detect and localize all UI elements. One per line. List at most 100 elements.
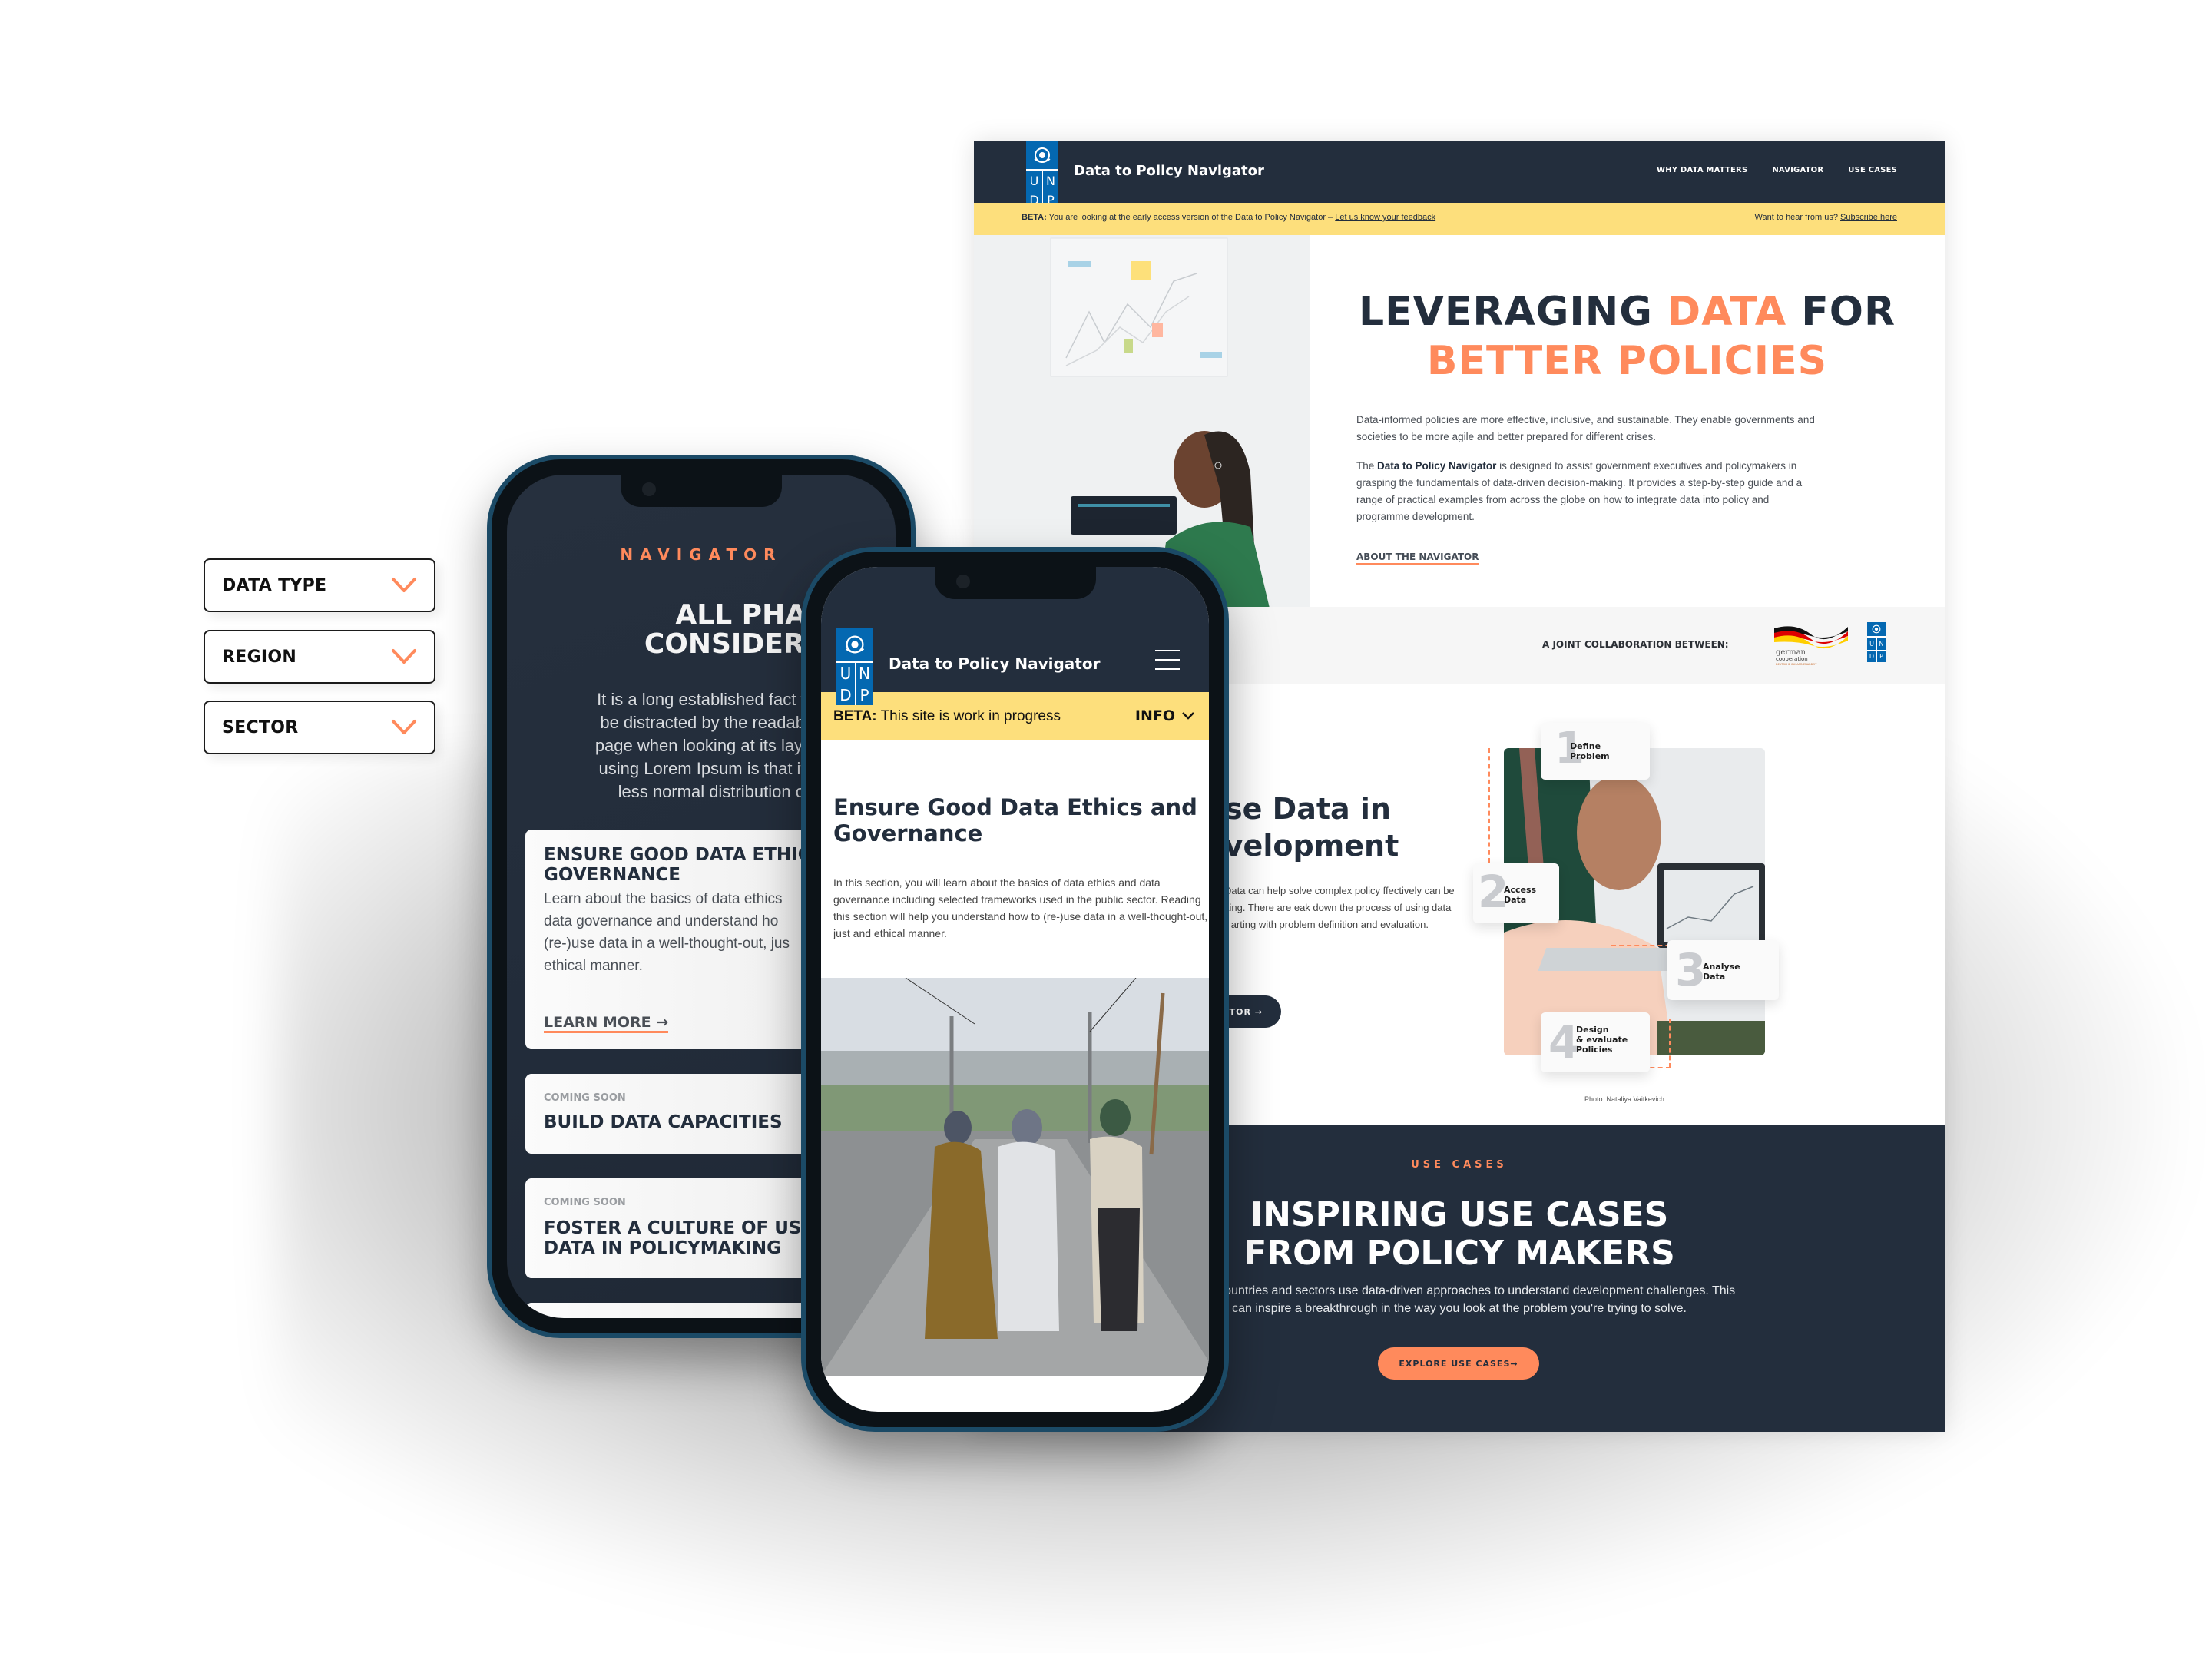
site-header: U N D P Data to Policy Navigator WHY DAT… (974, 141, 1945, 209)
nav-link-why-data-matters[interactable]: WHY DATA MATTERS (1657, 166, 1747, 174)
logo-letter: P (1876, 650, 1886, 662)
section-description: In this section, you will learn about th… (833, 876, 1208, 939)
chevron-down-icon (392, 649, 416, 664)
filter-dropdown-sector[interactable]: SECTOR (204, 701, 435, 754)
beta-message: BETA: This site is work in progress (833, 708, 1061, 725)
dropdown-label: SECTOR (222, 717, 299, 737)
undp-logo[interactable]: U N D P (1026, 141, 1058, 209)
german-logo-line2: cooperation (1776, 656, 1808, 662)
site-title[interactable]: Data to Policy Navigator (889, 654, 1100, 673)
un-emblem-icon (836, 628, 873, 662)
un-emblem-icon (1026, 141, 1058, 171)
use-cases-description: ferent countries and sectors use data-dr… (1183, 1284, 1736, 1315)
hero-title-word: FOR (1801, 289, 1896, 335)
beta-text: You are looking at the early access vers… (1048, 213, 1333, 222)
step-label: Analyse Data (1703, 962, 1740, 982)
filter-dropdown-data-type[interactable]: DATA TYPE (204, 558, 435, 612)
text-emphasis: Data to Policy Navigator (1377, 460, 1497, 472)
step-label: Access Data (1504, 885, 1537, 905)
card-title: FOSTER A CULTURE OF USI DATA IN POLICYMA… (544, 1218, 808, 1258)
site-title[interactable]: Data to Policy Navigator (1074, 163, 1264, 179)
section-heading: Ensure Good Data Ethics and Governance (833, 794, 1197, 846)
phone-screen: Data to Policy Navigator U N D P BETA: T… (821, 567, 1209, 1412)
chevron-down-icon (1182, 712, 1194, 720)
hamburger-menu-icon[interactable] (1155, 650, 1180, 670)
beta-prefix: BETA: (1022, 213, 1047, 222)
hero-title-highlight: BETTER POLICIES (1426, 338, 1828, 384)
logo-letter: D (836, 684, 855, 705)
collaboration-label: A JOINT COLLABORATION BETWEEN: (1542, 639, 1729, 650)
card-title: BUILD DATA CAPACITIES (544, 1112, 783, 1132)
logo-letter: U (1026, 171, 1042, 190)
logo-letter: N (855, 662, 873, 684)
logo-letter: U (1867, 638, 1876, 650)
hero-paragraph: The Data to Policy Navigator is designed… (1356, 458, 1817, 525)
logo-letter: N (1042, 171, 1058, 190)
dropdown-label: DATA TYPE (222, 575, 327, 595)
chevron-down-icon (392, 578, 416, 592)
beta-prefix: BETA: (833, 708, 877, 724)
explore-use-cases-button[interactable]: EXPLORE USE CASES→ (1378, 1347, 1539, 1380)
phone-mockup-data-ethics: Data to Policy Navigator U N D P BETA: T… (801, 547, 1229, 1432)
subscribe-link[interactable]: Subscribe here (1840, 213, 1897, 222)
title-line: FOSTER A CULTURE OF USI (544, 1218, 809, 1238)
mobile-header: Data to Policy Navigator (821, 567, 1209, 692)
chevron-down-icon (392, 720, 416, 734)
nav-link-navigator[interactable]: NAVIGATOR (1772, 166, 1823, 174)
hero-title-highlight: DATA (1667, 289, 1787, 335)
beta-message: BETA: You are looking at the early acces… (1022, 213, 1435, 222)
step-connector-line (1669, 1019, 1671, 1068)
hero-title: LEVERAGING DATA FOR BETTER POLICIES (1310, 287, 1945, 386)
title-line: BUILD DATA CAPACITIES (544, 1112, 783, 1132)
step-label: Define Problem (1570, 741, 1610, 761)
main-nav: WHY DATA MATTERS NAVIGATOR USE CASES (1657, 166, 1897, 174)
dropdown-label: REGION (222, 647, 297, 667)
step-card-define-problem[interactable]: 1 Define Problem (1541, 723, 1650, 780)
subscribe-text: Want to hear from us? (1754, 213, 1838, 222)
nav-link-use-cases[interactable]: USE CASES (1848, 166, 1897, 174)
step-label: Design & evaluate Policies (1576, 1025, 1628, 1055)
feedback-link[interactable]: Let us know your feedback (1335, 213, 1435, 222)
use-data-title: use Data in evelopment (1204, 790, 1399, 864)
use-data-description: art? Data can help solve complex policy … (1204, 885, 1455, 930)
logo-letter: U (836, 662, 855, 684)
coming-soon-label: COMING SOON (544, 1197, 626, 1208)
camera-icon (955, 575, 970, 588)
beta-banner: BETA: You are looking at the early acces… (974, 203, 1945, 235)
filter-dropdown-region[interactable]: REGION (204, 630, 435, 684)
step-number: 3 (1675, 944, 1707, 996)
german-logo-line3: DEUTSCHE ZUSAMMENARBEIT (1776, 663, 1817, 666)
german-cooperation-logo: german cooperation DEUTSCHE ZUSAMMENARBE… (1773, 621, 1849, 667)
title-line: use Data in (1204, 792, 1391, 826)
logo-letter: N (1876, 638, 1886, 650)
mobile-beta-banner: BETA: This site is work in progress INFO (821, 692, 1209, 740)
undp-partner-logo: U N D P (1867, 622, 1886, 662)
info-toggle[interactable]: INFO (1135, 707, 1195, 724)
phone-notch (934, 567, 1096, 599)
photo-credit: Photo: Nataliya Vaitkevich (1584, 1095, 1664, 1103)
info-label: INFO (1134, 707, 1175, 724)
title-line: GOVERNANCE (544, 865, 680, 885)
card-title: ENSURE GOOD DATA ETHIC GOVERNANCE (544, 845, 811, 885)
hero-description: Data-informed policies are more effectiv… (1356, 412, 1817, 538)
step-card-design-evaluate[interactable]: 4 Design & evaluate Policies (1541, 1012, 1650, 1072)
phone-notch (621, 475, 782, 507)
beta-text: This site is work in progress (880, 708, 1061, 724)
step-number: 4 (1548, 1016, 1580, 1068)
text-span: The (1356, 460, 1375, 472)
step-card-analyse-data[interactable]: 3 Analyse Data (1667, 940, 1779, 1000)
hero-title-word: LEVERAGING (1359, 289, 1653, 335)
camera-icon (642, 482, 656, 496)
undp-logo[interactable]: U N D P (836, 628, 873, 705)
subscribe-message: Want to hear from us? Subscribe here (1755, 213, 1897, 222)
logo-letter: P (855, 684, 873, 705)
learn-more-link[interactable]: LEARN MORE → (544, 1014, 669, 1033)
title-line: DATA IN POLICYMAKING (544, 1238, 781, 1258)
un-emblem-icon (1867, 622, 1886, 638)
coming-soon-label: COMING SOON (544, 1092, 626, 1104)
step-card-access-data[interactable]: 2 Access Data (1473, 863, 1559, 923)
hero-paragraph: Data-informed policies are more effectiv… (1356, 414, 1815, 442)
logo-letter: D (1867, 650, 1876, 662)
about-navigator-link[interactable]: ABOUT THE NAVIGATOR (1356, 552, 1479, 565)
title-line: ENSURE GOOD DATA ETHIC (544, 845, 811, 865)
